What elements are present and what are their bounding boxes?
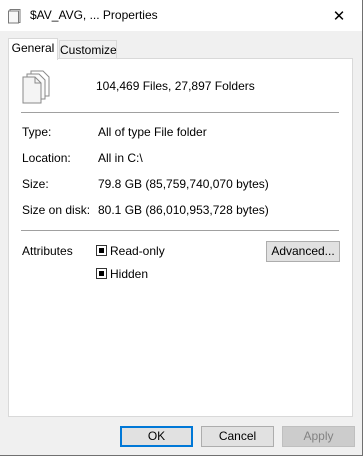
size-label: Size: <box>22 177 49 191</box>
file-folder-count: 104,469 Files, 27,897 Folders <box>96 79 255 93</box>
separator <box>21 230 339 231</box>
location-value: All in C:\ <box>98 151 143 165</box>
indeterminate-mark <box>99 271 104 276</box>
location-label: Location: <box>22 151 71 165</box>
type-label: Type: <box>22 125 52 139</box>
cancel-button-label: Cancel <box>218 429 257 443</box>
tab-customize-label: Customize <box>60 43 117 57</box>
size-on-disk-label: Size on disk: <box>22 203 91 217</box>
document-icon <box>8 9 21 24</box>
size-value: 79.8 GB (85,759,740,070 bytes) <box>98 177 269 191</box>
tab-general-label: General <box>11 41 55 55</box>
tab-customize[interactable]: Customize <box>59 40 117 59</box>
readonly-label[interactable]: Read-only <box>110 244 165 258</box>
separator <box>21 112 339 113</box>
tab-general[interactable]: General <box>8 38 58 60</box>
multiple-files-icon <box>22 70 50 104</box>
hidden-checkbox[interactable] <box>96 268 107 279</box>
readonly-checkbox[interactable] <box>96 245 107 256</box>
type-value: All of type File folder <box>98 125 207 139</box>
cancel-button[interactable]: Cancel <box>201 426 274 447</box>
ok-button-label: OK <box>147 429 166 443</box>
apply-button[interactable]: Apply <box>282 426 355 447</box>
hidden-label[interactable]: Hidden <box>110 267 148 281</box>
ok-button[interactable]: OK <box>120 426 193 447</box>
indeterminate-mark <box>99 248 104 253</box>
advanced-button[interactable]: Advanced... <box>266 241 340 262</box>
apply-button-label: Apply <box>303 429 334 443</box>
attributes-label: Attributes <box>22 244 73 258</box>
advanced-button-label: Advanced... <box>271 244 335 258</box>
close-button[interactable]: ✕ <box>316 0 362 31</box>
close-icon: ✕ <box>332 7 346 25</box>
window-title: $AV_AVG, ... Properties <box>30 8 158 22</box>
title-bar[interactable]: $AV_AVG, ... Properties ✕ <box>0 0 362 31</box>
size-on-disk-value: 80.1 GB (86,010,953,728 bytes) <box>98 203 269 217</box>
properties-window: $AV_AVG, ... Properties ✕ General Custom… <box>0 0 363 456</box>
